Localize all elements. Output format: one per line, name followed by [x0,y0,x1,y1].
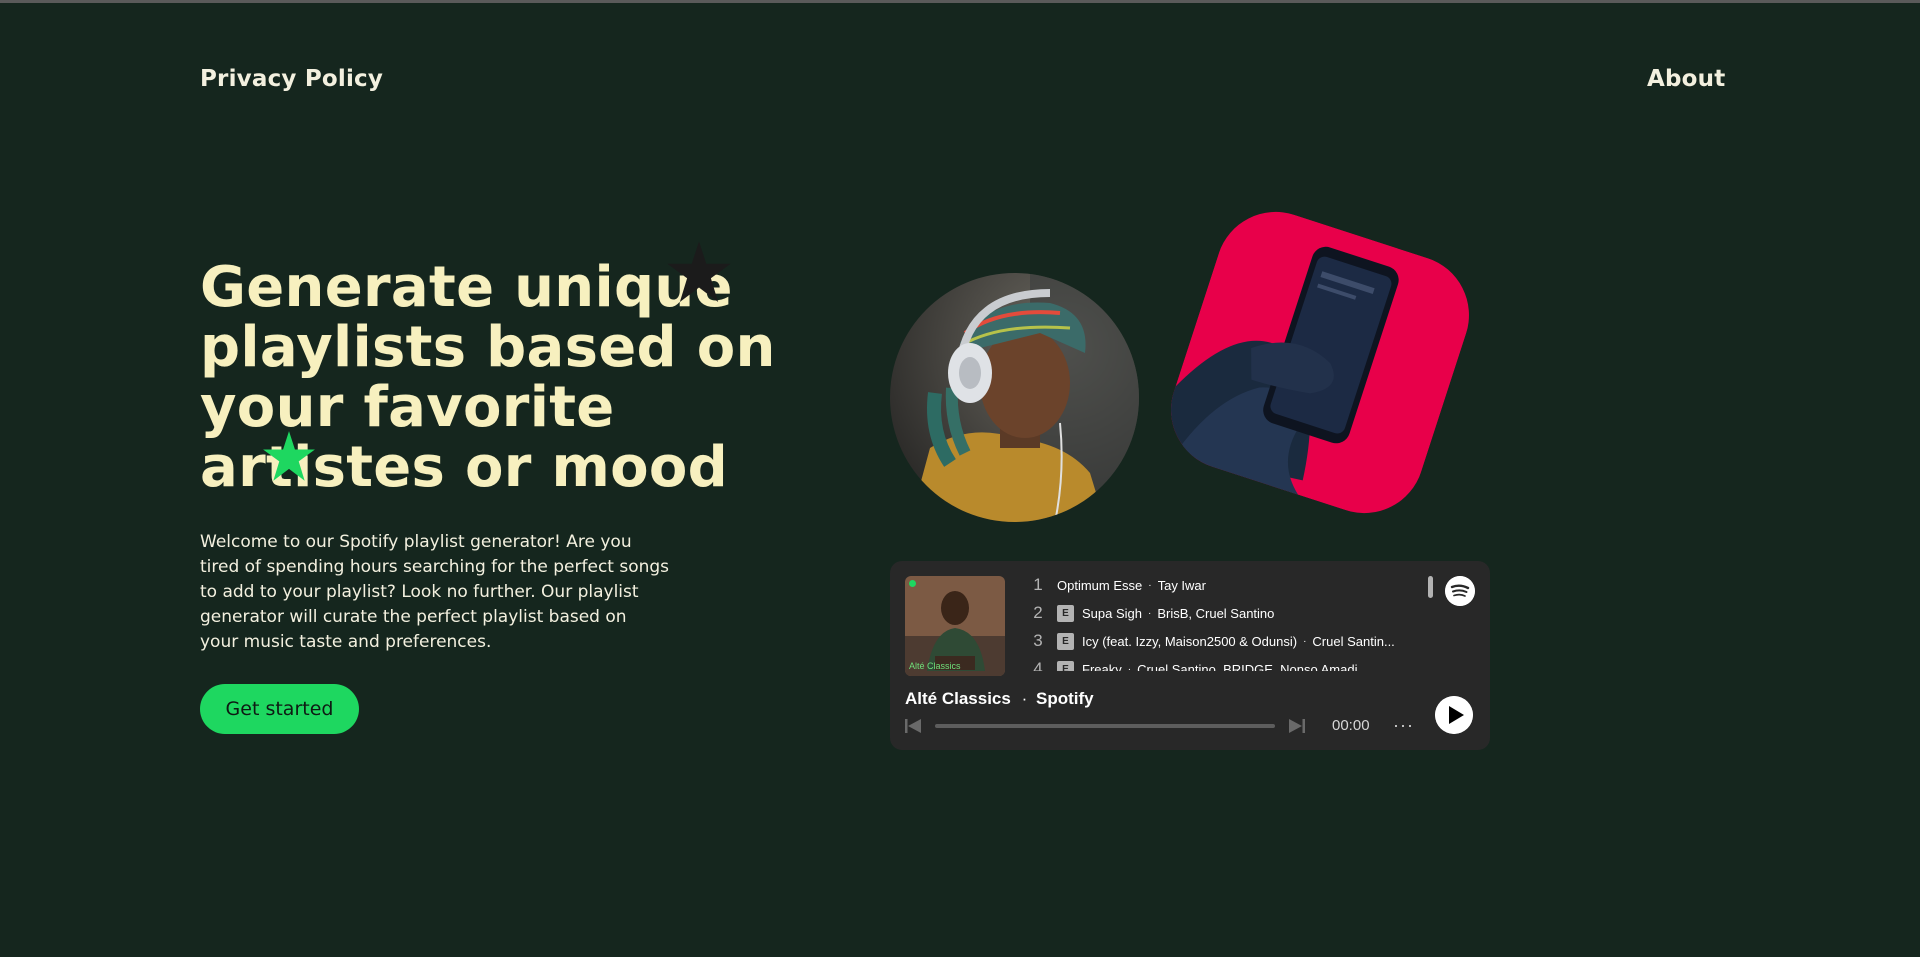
playlist-owner[interactable]: Spotify [1036,689,1094,708]
playback-time: 00:00 [1332,717,1370,734]
playlist-title-line: Alté Classics · Spotify [905,689,1094,709]
track-separator: · [1148,579,1152,591]
track-row[interactable]: 4 E Freaky · Cruel Santino, BRIDGE, Nons… [1025,655,1445,671]
track-separator: · [1127,663,1132,672]
track-artist: Cruel Santin... [1312,633,1395,649]
headphones-listener-image [890,273,1139,522]
phone-in-hand-photo [1155,196,1485,529]
playlist-title[interactable]: Alté Classics [905,689,1011,708]
hero-description: Welcome to our Spotify playlist generato… [200,532,670,652]
track-number: 2 [1033,603,1043,622]
track-artist: Cruel Santino, BRIDGE, Nonso Amadi [1137,661,1358,672]
spotify-embed-player: Alté Classics 1 Optimum Esse · Tay Iwar … [890,561,1490,750]
track-title: Optimum Esse [1057,577,1143,593]
privacy-policy-link[interactable]: Privacy Policy [200,66,383,92]
track-separator: · [1303,635,1307,647]
track-title: Icy (feat. Izzy, Maison2500 & Odunsi) [1082,633,1298,649]
track-number: 1 [1033,575,1043,594]
phone-in-hand-image [1155,196,1485,529]
window-top-border [0,0,1920,3]
headphones-listener-photo [890,273,1139,522]
explicit-badge: E [1057,632,1074,650]
spotify-small-icon [909,580,916,587]
track-artist: Tay Iwar [1157,577,1206,593]
track-list-scrollbar[interactable] [1428,576,1433,598]
track-row[interactable]: 3 E Icy (feat. Izzy, Maison2500 & Odunsi… [1025,627,1445,655]
more-icon[interactable]: ··· [1393,716,1414,734]
previous-track-icon[interactable] [904,717,922,735]
track-number: 3 [1033,631,1043,650]
get-started-button[interactable]: Get started [200,684,359,734]
star-decoration-icon [263,431,315,481]
track-title: Supa Sigh [1082,605,1142,621]
star-decoration-icon [667,241,731,303]
play-icon[interactable] [1435,696,1473,734]
next-track-icon[interactable] [1288,717,1306,735]
about-link[interactable]: About [1647,66,1725,92]
track-row[interactable]: 1 Optimum Esse · Tay Iwar [1025,571,1445,599]
playlist-cover[interactable]: Alté Classics [905,576,1005,676]
cover-label: Alté Classics [909,661,961,671]
title-separator: · [1021,689,1028,708]
track-number: 4 [1033,659,1043,671]
spotify-logo-icon[interactable] [1445,576,1475,606]
track-title: Freaky [1082,661,1122,672]
page: Privacy Policy About Generate unique pla… [0,0,1920,957]
explicit-badge: E [1057,660,1074,671]
track-separator: · [1148,607,1152,619]
track-row[interactable]: 2 E Supa Sigh · BrisB, Cruel Santino [1025,599,1445,627]
track-list[interactable]: 1 Optimum Esse · Tay Iwar 2 E Supa Sigh … [1025,571,1445,671]
track-artist: BrisB, Cruel Santino [1157,605,1275,621]
explicit-badge: E [1057,604,1074,622]
progress-bar[interactable] [935,724,1275,728]
